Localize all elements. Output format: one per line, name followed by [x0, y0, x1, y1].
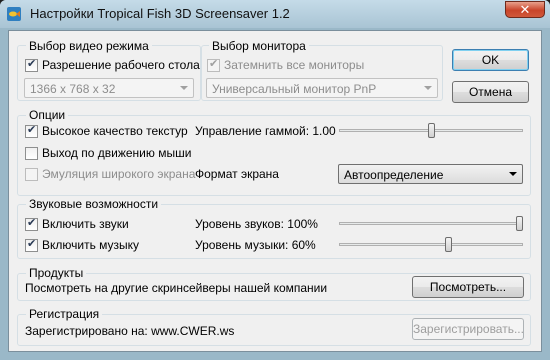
music-level-slider-track[interactable] [339, 243, 523, 246]
chevron-down-icon [180, 86, 188, 90]
registration-group-label: Регистрация [26, 307, 103, 321]
exit-on-mouse-move-checkbox[interactable] [25, 147, 38, 160]
dim-all-monitors-checkbox[interactable] [207, 57, 220, 72]
monitor-value: Универсальный монитор PnP [212, 82, 377, 96]
close-icon[interactable]: ✕ [505, 1, 545, 18]
dim-all-monitors-label[interactable]: Затемнить все мониторы [224, 58, 364, 72]
view-products-button[interactable]: Посмотреть... [412, 276, 524, 298]
monitor-group-label: Выбор монитора [209, 39, 309, 53]
enable-music-checkbox[interactable] [25, 237, 38, 252]
settings-window: Настройки Tropical Fish 3D Screensaver 1… [0, 0, 550, 360]
enable-music-label[interactable]: Включить музыку [42, 238, 139, 252]
window-title: Настройки Tropical Fish 3D Screensaver 1… [30, 6, 290, 21]
music-level-slider-thumb[interactable] [445, 237, 453, 252]
resolution-value: 1366 x 768 x 32 [30, 82, 116, 96]
gamma-slider-thumb[interactable] [427, 123, 435, 138]
ok-button[interactable]: OK [452, 49, 529, 71]
chevron-down-icon [424, 86, 432, 90]
fish-app-icon [7, 7, 21, 21]
resolution-select[interactable]: 1366 x 768 x 32 [24, 78, 194, 98]
screen-format-select[interactable]: Автоопределение [338, 164, 523, 184]
high-quality-textures-checkbox[interactable] [25, 123, 38, 138]
high-quality-textures-label[interactable]: Высокое качество текстур [42, 124, 188, 138]
widescreen-emulation-label[interactable]: Эмуляция широкого экрана [42, 167, 195, 181]
title-bar[interactable]: Настройки Tropical Fish 3D Screensaver 1… [0, 0, 550, 28]
desktop-resolution-checkbox[interactable] [25, 57, 38, 72]
dialog-client-area: Выбор видео режима Разрешение рабочего с… [8, 30, 542, 352]
widescreen-emulation-checkbox[interactable] [25, 168, 38, 181]
products-group-label: Продукты [26, 266, 87, 280]
music-level-label: Уровень музыки: 60% [195, 238, 316, 252]
monitor-select[interactable]: Универсальный монитор PnP [206, 78, 438, 98]
sound-level-slider-track[interactable] [339, 222, 523, 225]
sound-group-label: Звуковые возможности [26, 197, 162, 211]
exit-on-mouse-move-label[interactable]: Выход по движению мыши [42, 146, 191, 160]
options-group-label: Опции [26, 108, 69, 122]
screen-format-label: Формат экрана [195, 167, 279, 181]
desktop-resolution-label[interactable]: Разрешение рабочего стола [42, 58, 200, 72]
gamma-label: Управление гаммой: 1.00 [195, 124, 336, 138]
cancel-button[interactable]: Отмена [452, 81, 529, 103]
enable-sounds-label[interactable]: Включить звуки [42, 217, 129, 231]
video-mode-group-label: Выбор видео режима [26, 39, 152, 53]
sound-level-label: Уровень звуков: 100% [195, 217, 318, 231]
register-button[interactable]: Зарегистрировать... [412, 318, 524, 340]
enable-sounds-checkbox[interactable] [25, 216, 38, 231]
chevron-down-icon [509, 172, 517, 176]
sound-level-slider-thumb[interactable] [516, 216, 523, 231]
screen-format-value: Автоопределение [344, 168, 444, 182]
products-text: Посмотреть на другие скринсейверы нашей … [25, 281, 328, 295]
registration-text: Зарегистрировано на: www.CWER.ws [25, 324, 235, 338]
